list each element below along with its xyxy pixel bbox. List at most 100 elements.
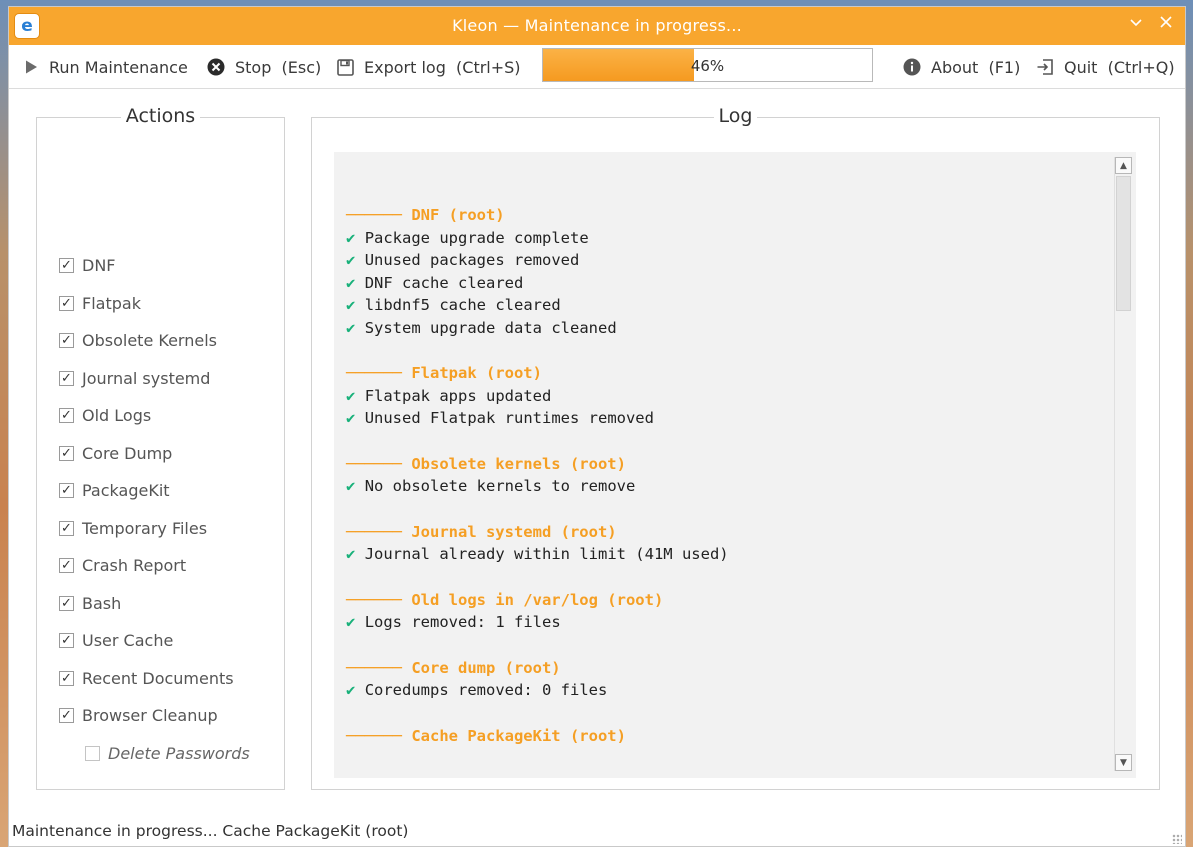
log-line-text: System upgrade data cleaned <box>364 318 617 337</box>
log-line: ✔ Unused packages removed <box>346 249 1112 272</box>
check-mark-icon: ✔ <box>346 228 356 247</box>
checkbox[interactable]: ✓ <box>59 633 74 648</box>
log-line-text: Flatpak apps updated <box>364 386 552 405</box>
stop-x-icon <box>207 58 225 76</box>
action-label: DNF <box>82 256 116 275</box>
action-checkbox-item[interactable]: ✓ Temporary Files <box>59 519 207 538</box>
log-line: ✔ Unused Flatpak runtimes removed <box>346 407 1112 430</box>
log-line-text: libdnf5 cache cleared <box>364 296 561 314</box>
main-window: e Kleon — Maintenance in progress... Run… <box>8 6 1186 847</box>
log-section-header: ────── Obsolete kernels (root) <box>346 454 626 473</box>
export-log-button[interactable]: Export log (Ctrl+S) <box>337 56 521 78</box>
log-scrollbar[interactable]: ▲ ▼ <box>1114 157 1132 771</box>
log-line-text: No obsolete kernels to remove <box>364 477 636 495</box>
checkbox[interactable]: ✓ <box>59 333 74 348</box>
check-mark-icon: ✔ <box>346 409 356 427</box>
log-view[interactable]: ────── DNF (root) ✔ Package upgrade compl… <box>334 152 1136 778</box>
about-shortcut: (F1) <box>988 57 1021 77</box>
log-line-text: Package upgrade complete <box>364 228 589 247</box>
progress-bar: 46% <box>542 48 873 82</box>
quit-button[interactable]: Quit (Ctrl+Q) <box>1036 56 1175 78</box>
actions-group: Actions ✓ DNF ✓ Flatpak ✓ Obsolete Kernels ✓ Jo… <box>36 105 285 790</box>
checkbox[interactable]: ✓ <box>59 408 74 423</box>
log-line-text: Unused Flatpak runtimes removed <box>364 409 654 427</box>
action-checkbox-item[interactable]: ✓ Old Logs <box>59 406 151 425</box>
resize-grip-icon[interactable] <box>1172 834 1182 844</box>
log-section-header: ────── Cache PackageKit (root) <box>346 726 626 745</box>
toolbar: Run Maintenance Stop (Esc) Export log (C… <box>9 45 1185 89</box>
about-button[interactable]: About (F1) <box>903 56 1020 78</box>
log-spacer <box>346 634 1112 657</box>
quit-shortcut: (Ctrl+Q) <box>1107 57 1175 77</box>
action-checkbox-item[interactable]: ✓ Obsolete Kernels <box>59 331 217 350</box>
action-label: User Cache <box>82 631 174 650</box>
quit-label: Quit <box>1064 57 1098 77</box>
exit-icon <box>1037 59 1053 75</box>
log-line: ✔ No obsolete kernels to remove <box>346 475 1112 498</box>
checkbox[interactable]: ✓ <box>59 370 74 386</box>
delete-passwords-checkbox-item[interactable]: Delete Passwords <box>85 744 250 763</box>
check-mark-icon: ✔ <box>346 251 356 269</box>
checkbox[interactable]: ✓ <box>59 258 74 273</box>
checkbox[interactable]: ✓ <box>59 483 74 498</box>
log-spacer <box>346 339 1112 362</box>
scroll-up-arrow-icon[interactable]: ▲ <box>1115 157 1132 174</box>
checkbox[interactable]: ✓ <box>59 295 74 311</box>
log-group: Log ────── DNF (root) ✔ Package upgrade c… <box>311 105 1160 790</box>
check-mark-icon: ✔ <box>346 613 356 631</box>
action-checkbox-item[interactable]: ✓ User Cache <box>59 631 173 650</box>
export-log-label: Export log <box>364 57 446 77</box>
log-line-text: Journal already within limit (41M used) <box>364 545 729 563</box>
action-checkbox-item[interactable]: ✓ Crash Report <box>59 556 186 575</box>
log-section-header: ────── Flatpak (root) <box>346 364 542 382</box>
log-section-header: ────── DNF (root) <box>346 206 505 224</box>
check-mark-icon: ✔ <box>346 545 356 563</box>
checkbox[interactable]: ✓ <box>59 520 74 536</box>
log-section-header: ────── Old logs in /var/log (root) <box>346 590 664 609</box>
action-label: Core Dump <box>82 443 173 463</box>
scrollbar-thumb[interactable] <box>1116 176 1131 311</box>
check-mark-icon: ✔ <box>346 477 356 495</box>
action-label: PackageKit <box>82 481 170 500</box>
log-line: ✔ Journal already within limit (41M used… <box>346 543 1112 566</box>
action-checkbox-item[interactable]: ✓ Flatpak <box>59 294 141 313</box>
close-icon[interactable] <box>1154 13 1178 37</box>
run-maintenance-button[interactable]: Run Maintenance <box>23 56 188 78</box>
check-mark-icon: ✔ <box>346 273 356 292</box>
log-spacer <box>346 566 1112 589</box>
checkbox[interactable]: ✓ <box>59 595 74 611</box>
action-checkbox-item[interactable]: ✓ Journal systemd <box>59 369 210 388</box>
check-mark-icon: ✔ <box>346 296 356 314</box>
action-checkbox-item[interactable]: ✓ DNF <box>59 256 116 275</box>
log-title: Log <box>312 105 1159 127</box>
action-label: Recent Documents <box>82 668 234 688</box>
log-line: ✔ Package upgrade complete <box>346 227 1112 250</box>
checkbox[interactable]: ✓ <box>59 708 74 723</box>
action-checkbox-item[interactable]: ✓ PackageKit <box>59 481 170 500</box>
title-bar[interactable]: e Kleon — Maintenance in progress... <box>9 7 1185 45</box>
action-checkbox-item[interactable]: ✓ Recent Documents <box>59 669 234 688</box>
stop-label: Stop <box>235 57 272 77</box>
scroll-down-arrow-icon[interactable]: ▼ <box>1115 754 1132 771</box>
log-line-text: DNF cache cleared <box>364 273 524 292</box>
stop-button[interactable]: Stop (Esc) <box>207 56 321 78</box>
action-label: Obsolete Kernels <box>82 331 217 350</box>
checkbox[interactable]: ✓ <box>59 670 74 686</box>
log-line-text: Logs removed: 1 files <box>364 613 561 631</box>
log-line: ✔ Coredumps removed: 0 files <box>346 679 1112 702</box>
checkbox[interactable]: ✓ <box>59 445 74 461</box>
minimize-chevron-icon[interactable] <box>1124 13 1148 37</box>
action-checkbox-item[interactable]: ✓ Core Dump <box>59 444 172 463</box>
action-label: Crash Report <box>82 556 187 575</box>
action-checkbox-item[interactable]: ✓ Browser Cleanup <box>59 706 218 725</box>
action-label: Temporary Files <box>82 518 208 538</box>
action-label: Bash <box>82 593 122 613</box>
checkbox[interactable] <box>85 745 100 761</box>
stop-shortcut: (Esc) <box>281 57 322 77</box>
check-mark-icon: ✔ <box>346 318 356 337</box>
log-line: ✔ Logs removed: 1 files <box>346 611 1112 634</box>
export-shortcut: (Ctrl+S) <box>456 57 521 77</box>
action-checkbox-item[interactable]: ✓ Bash <box>59 594 121 613</box>
checkbox[interactable]: ✓ <box>59 558 74 573</box>
progress-text: 46% <box>690 57 725 75</box>
